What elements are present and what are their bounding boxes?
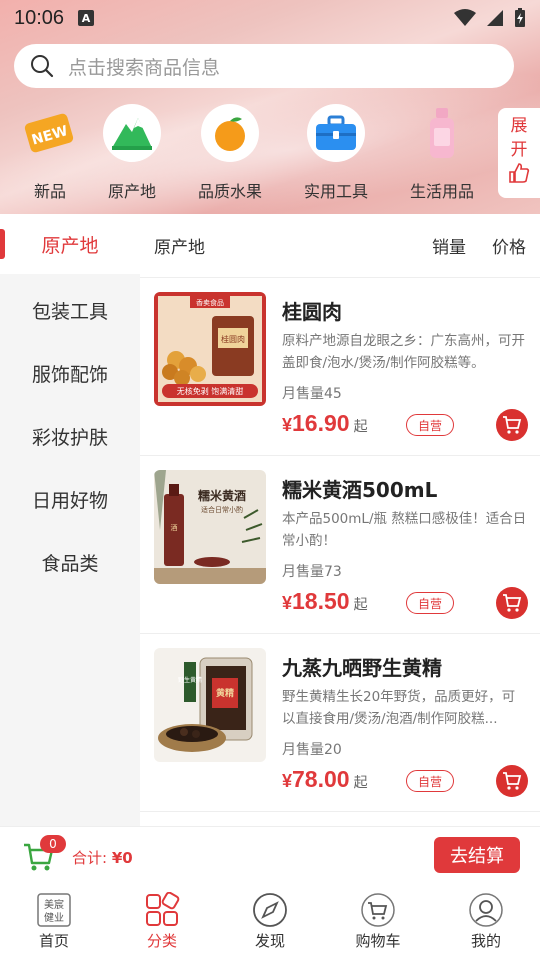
product-price: ¥78.00 起 bbox=[282, 766, 368, 792]
category-grid-icon bbox=[144, 892, 180, 928]
product-list: 香卖食品 桂圆肉 无核免剥 饱满清甜 桂圆肉 原料产地源自龙眼之乡：广东高州，可… bbox=[140, 278, 540, 826]
checkout-button[interactable]: 去结算 bbox=[434, 837, 520, 873]
category-sidebar: 原产地 包装工具 服饰配饰 彩妆护肤 日用好物 食品类 bbox=[0, 214, 140, 826]
product-price: ¥16.90 起 bbox=[282, 410, 368, 436]
sidebar-item-cosmetics[interactable]: 彩妆护肤 bbox=[0, 406, 140, 466]
tab-home[interactable]: 美宸 健业 首页 bbox=[0, 892, 108, 951]
category-fruit[interactable]: 品质水果 bbox=[180, 100, 280, 202]
sidebar-item-daily[interactable]: 日用好物 bbox=[0, 469, 140, 529]
category-label: 实用工具 bbox=[303, 182, 368, 201]
category-row: NEW 新品 原产地 品质水果 实用工具 生活用品 bbox=[0, 100, 500, 206]
compass-icon bbox=[252, 892, 288, 928]
status-time: 10:06 bbox=[14, 6, 65, 29]
expand-label-2: 开 bbox=[510, 140, 528, 160]
category-label: 生活用品 bbox=[409, 182, 474, 201]
tab-profile[interactable]: 我的 bbox=[432, 892, 540, 951]
product-sold: 月售量73 bbox=[282, 564, 342, 580]
product-image-text: 桂圆肉 bbox=[221, 334, 245, 344]
product-sold: 月售量45 bbox=[282, 386, 342, 402]
product-image-text: 糯米黄酒 bbox=[198, 488, 246, 503]
battery-icon bbox=[515, 8, 525, 27]
self-operated-badge: 自营 bbox=[406, 592, 454, 614]
tab-label: 分类 bbox=[146, 932, 177, 950]
add-to-cart-button[interactable] bbox=[496, 409, 528, 441]
product-image-text: 野生黄精 bbox=[178, 676, 202, 684]
sort-price-button[interactable]: 价格 bbox=[492, 233, 526, 258]
product-image-text: 无核免剥 饱满清甜 bbox=[177, 386, 244, 396]
cart-icon bbox=[503, 772, 522, 790]
app-notification-icon: A bbox=[78, 10, 95, 26]
signal-icon bbox=[487, 10, 503, 26]
category-origin[interactable]: 原产地 bbox=[82, 100, 182, 202]
checkout-bar: 0 合计: ¥0 去结算 bbox=[0, 826, 540, 884]
product-sold: 月售量20 bbox=[282, 742, 342, 758]
product-image-longan[interactable]: 香卖食品 桂圆肉 无核免剥 饱满清甜 bbox=[154, 292, 266, 406]
tab-label: 购物车 bbox=[355, 932, 401, 950]
tab-discover[interactable]: 发现 bbox=[216, 892, 324, 951]
sidebar-item-origin[interactable]: 原产地 bbox=[0, 214, 140, 274]
user-icon bbox=[468, 892, 504, 928]
list-header: 原产地 销量 价格 bbox=[140, 214, 540, 278]
product-desc: 野生黄精生长20年野货，品质更好，可以直接食用/煲汤/泡酒/制作阿胶糕... bbox=[282, 689, 516, 727]
expand-button[interactable]: 展 开 bbox=[498, 108, 540, 198]
category-daily[interactable]: 生活用品 bbox=[392, 100, 492, 202]
cart-icon bbox=[503, 416, 522, 434]
toolbox-icon bbox=[307, 104, 365, 162]
bottom-tab-bar: 美宸 健业 首页 分类 发现 购物车 我的 bbox=[0, 884, 540, 960]
tab-label: 我的 bbox=[470, 932, 501, 950]
cart-count-badge: 0 bbox=[40, 835, 66, 853]
expand-label-1: 展 bbox=[510, 116, 528, 136]
search-icon bbox=[31, 55, 54, 78]
product-image-text: 香卖食品 bbox=[196, 298, 224, 307]
sidebar-item-apparel[interactable]: 服饰配饰 bbox=[0, 343, 140, 403]
tab-label: 首页 bbox=[38, 932, 69, 950]
add-to-cart-button[interactable] bbox=[496, 765, 528, 797]
product-card[interactable]: 酒 糯米黄酒 适合日常小酌 糯米黄酒500mL 本产品500mL/瓶 熬糕口感极… bbox=[140, 456, 540, 634]
tab-label: 发现 bbox=[254, 932, 285, 950]
new-badge-icon: NEW bbox=[21, 104, 79, 162]
wifi-icon bbox=[454, 9, 476, 26]
home-logo-icon: 美宸 健业 bbox=[36, 892, 72, 928]
product-image-text: 适合日常小酌 bbox=[201, 505, 243, 514]
status-bar: 10:06 A bbox=[0, 0, 540, 36]
sort-sales-button[interactable]: 销量 bbox=[432, 233, 466, 258]
list-title: 原产地 bbox=[154, 238, 205, 258]
sidebar-item-food[interactable]: 食品类 bbox=[0, 532, 140, 592]
svg-text:美宸: 美宸 bbox=[44, 898, 64, 911]
product-card[interactable]: 香卖食品 桂圆肉 无核免剥 饱满清甜 桂圆肉 原料产地源自龙眼之乡：广东高州，可… bbox=[140, 278, 540, 456]
product-image-text: 黄精 bbox=[216, 687, 234, 699]
cart-total: 合计: ¥0 bbox=[72, 849, 133, 867]
search-bar[interactable]: 点击搜索商品信息 bbox=[14, 44, 514, 88]
product-price: ¥18.50 起 bbox=[282, 588, 368, 614]
product-desc: 原料产地源自龙眼之乡：广东高州，可开盖即食/泡水/煲汤/制作阿胶糕等。 bbox=[282, 333, 525, 371]
cart-icon bbox=[503, 594, 522, 612]
cart-icon bbox=[360, 892, 396, 928]
category-label: 品质水果 bbox=[197, 182, 262, 201]
self-operated-badge: 自营 bbox=[406, 770, 454, 792]
product-image-polygonatum[interactable]: 黄精 野生黄精 bbox=[154, 648, 266, 762]
svg-text:酒: 酒 bbox=[171, 524, 178, 532]
product-name: 九蒸九晒野生黄精 bbox=[282, 656, 442, 680]
product-name: 桂圆肉 bbox=[282, 300, 342, 324]
tab-category[interactable]: 分类 bbox=[108, 892, 216, 951]
mountain-icon bbox=[103, 104, 161, 162]
product-name: 糯米黄酒500mL bbox=[282, 478, 438, 502]
svg-text:健业: 健业 bbox=[44, 912, 64, 924]
search-placeholder: 点击搜索商品信息 bbox=[68, 56, 221, 79]
product-desc: 本产品500mL/瓶 熬糕口感极佳！适合日常小酌！ bbox=[282, 511, 527, 549]
product-image-rice-wine[interactable]: 酒 糯米黄酒 适合日常小酌 bbox=[154, 470, 266, 584]
thumbs-up-icon bbox=[509, 163, 530, 183]
sidebar-item-packaging[interactable]: 包装工具 bbox=[0, 280, 140, 340]
self-operated-badge: 自营 bbox=[406, 414, 454, 436]
add-to-cart-button[interactable] bbox=[496, 587, 528, 619]
category-tools[interactable]: 实用工具 bbox=[286, 100, 386, 202]
tab-cart[interactable]: 购物车 bbox=[324, 892, 432, 951]
bottle-icon bbox=[413, 104, 471, 162]
orange-icon bbox=[201, 104, 259, 162]
product-card[interactable]: 黄精 野生黄精 九蒸九晒野生黄精 野生黄精生长20年野货，品质更好，可以直接食用… bbox=[140, 634, 540, 812]
category-label: 原产地 bbox=[107, 182, 156, 201]
